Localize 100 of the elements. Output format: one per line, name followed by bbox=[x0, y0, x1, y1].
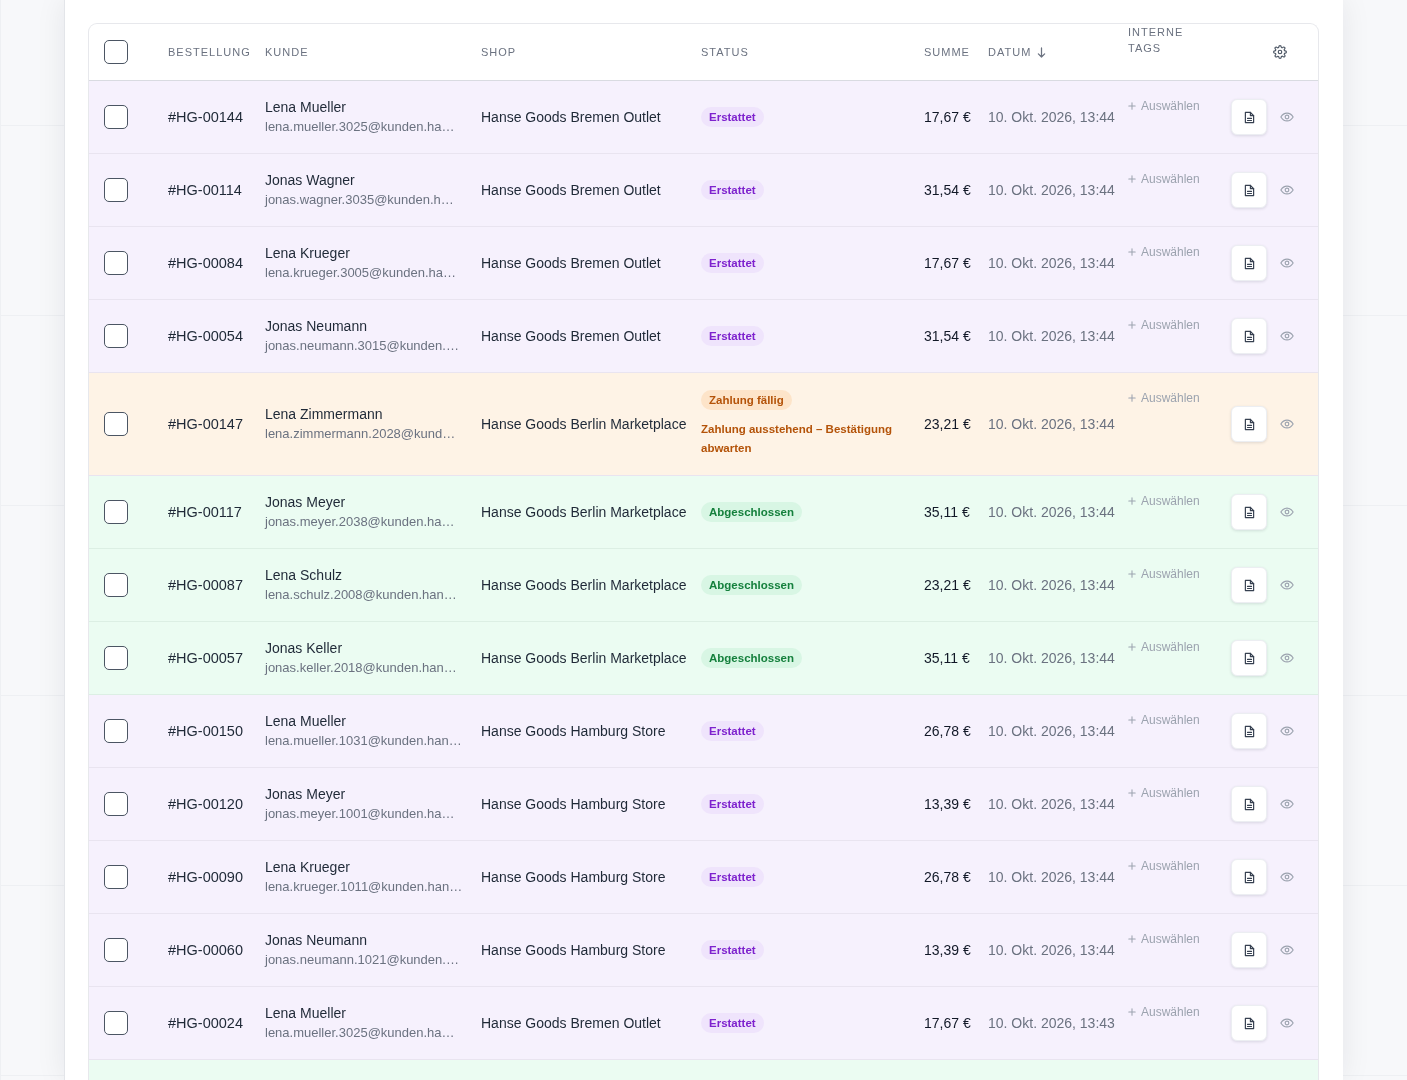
shop-name: Hanse Goods Berlin Marketplace bbox=[481, 504, 687, 520]
invoice-button[interactable] bbox=[1231, 786, 1267, 822]
row-checkbox[interactable] bbox=[104, 719, 128, 743]
invoice-button[interactable] bbox=[1231, 245, 1267, 281]
invoice-button[interactable] bbox=[1231, 859, 1267, 895]
shop-name: Hanse Goods Bremen Outlet bbox=[481, 255, 661, 271]
eye-icon bbox=[1280, 419, 1294, 429]
row-checkbox[interactable] bbox=[104, 412, 128, 436]
add-tag-button[interactable]: Auswählen bbox=[1128, 244, 1200, 260]
select-all-checkbox[interactable] bbox=[104, 40, 128, 64]
customer-name: Jonas Meyer bbox=[265, 493, 346, 512]
plus-icon bbox=[1128, 935, 1136, 943]
invoice-button[interactable] bbox=[1231, 318, 1267, 354]
order-date: 10. Okt. 2026, 13:44 bbox=[988, 577, 1115, 593]
row-checkbox[interactable] bbox=[104, 573, 128, 597]
customer-email: lena.mueller.1031@kunden.han… bbox=[265, 732, 462, 750]
order-total: 17,67 € bbox=[924, 109, 971, 125]
document-icon bbox=[1243, 329, 1255, 343]
status-badge: Erstattet bbox=[701, 253, 764, 273]
add-tag-button[interactable]: Auswählen bbox=[1128, 566, 1200, 582]
order-total: 26,78 € bbox=[924, 723, 971, 739]
eye-icon bbox=[1280, 185, 1294, 195]
row-checkbox[interactable] bbox=[104, 251, 128, 275]
document-icon bbox=[1243, 183, 1255, 197]
plus-icon bbox=[1128, 862, 1136, 870]
order-number: #HG-00117 bbox=[168, 504, 242, 520]
add-tag-button[interactable]: Auswählen bbox=[1128, 1004, 1200, 1020]
document-icon bbox=[1243, 1016, 1255, 1030]
row-checkbox[interactable] bbox=[104, 105, 128, 129]
eye-icon bbox=[1280, 580, 1294, 590]
status-badge: Abgeschlossen bbox=[701, 575, 802, 595]
column-settings-button[interactable] bbox=[1273, 45, 1287, 59]
order-number: #HG-00087 bbox=[168, 577, 243, 593]
customer-name: Jonas Neumann bbox=[265, 317, 367, 336]
invoice-button[interactable] bbox=[1231, 1005, 1267, 1041]
order-number: #HG-00060 bbox=[168, 942, 243, 958]
order-number: #HG-00120 bbox=[168, 796, 243, 812]
add-tag-button[interactable]: Auswählen bbox=[1128, 639, 1200, 655]
order-number: #HG-00054 bbox=[168, 328, 243, 344]
order-date: 10. Okt. 2026, 13:44 bbox=[988, 869, 1115, 885]
add-tag-button[interactable]: Auswählen bbox=[1128, 317, 1200, 333]
invoice-button[interactable] bbox=[1231, 567, 1267, 603]
status-badge: Erstattet bbox=[701, 1013, 764, 1033]
order-date: 10. Okt. 2026, 13:44 bbox=[988, 504, 1115, 520]
status-badge: Abgeschlossen bbox=[701, 502, 802, 522]
customer-name: Jonas Meyer bbox=[265, 785, 346, 804]
row-checkbox[interactable] bbox=[104, 178, 128, 202]
invoice-button[interactable] bbox=[1231, 172, 1267, 208]
column-header: INTERNE TAGS bbox=[1128, 25, 1185, 56]
status-badge: Erstattet bbox=[701, 180, 764, 200]
eye-icon bbox=[1280, 653, 1294, 663]
customer-email: lena.zimmermann.2028@kund… bbox=[265, 425, 456, 443]
order-total: 31,54 € bbox=[924, 328, 971, 344]
customer-name: Jonas Wagner bbox=[265, 171, 355, 190]
row-checkbox[interactable] bbox=[104, 865, 128, 889]
plus-icon bbox=[1128, 394, 1136, 402]
add-tag-button[interactable]: Auswählen bbox=[1128, 98, 1200, 114]
add-tag-button[interactable]: Auswählen bbox=[1128, 390, 1200, 406]
document-icon bbox=[1243, 797, 1255, 811]
invoice-button[interactable] bbox=[1231, 713, 1267, 749]
customer-name: Lena Zimmermann bbox=[265, 405, 383, 424]
row-checkbox[interactable] bbox=[104, 1011, 128, 1035]
add-tag-button[interactable]: Auswählen bbox=[1128, 712, 1200, 728]
shop-name: Hanse Goods Bremen Outlet bbox=[481, 1015, 661, 1031]
row-checkbox[interactable] bbox=[104, 500, 128, 524]
eye-icon bbox=[1280, 1018, 1294, 1028]
status-badge: Erstattet bbox=[701, 867, 764, 887]
customer-email: lena.krueger.1011@kunden.han… bbox=[265, 878, 463, 896]
plus-icon bbox=[1128, 175, 1136, 183]
add-tag-button[interactable]: Auswählen bbox=[1128, 785, 1200, 801]
add-tag-button[interactable]: Auswählen bbox=[1128, 931, 1200, 947]
row-checkbox[interactable] bbox=[104, 938, 128, 962]
shop-name: Hanse Goods Hamburg Store bbox=[481, 796, 666, 812]
plus-icon bbox=[1128, 321, 1136, 329]
invoice-button[interactable] bbox=[1231, 640, 1267, 676]
order-number: #HG-00144 bbox=[168, 109, 243, 125]
row-checkbox[interactable] bbox=[104, 792, 128, 816]
eye-icon bbox=[1280, 507, 1294, 517]
shop-name: Hanse Goods Hamburg Store bbox=[481, 723, 666, 739]
document-icon bbox=[1243, 943, 1255, 957]
customer-email: jonas.meyer.2038@kunden.ha… bbox=[265, 513, 455, 531]
order-total: 23,21 € bbox=[924, 577, 971, 593]
customer-email: jonas.meyer.1001@kunden.ha… bbox=[265, 805, 455, 823]
plus-icon bbox=[1128, 789, 1136, 797]
row-checkbox[interactable] bbox=[104, 324, 128, 348]
invoice-button[interactable] bbox=[1231, 494, 1267, 530]
order-total: 13,39 € bbox=[924, 942, 971, 958]
add-tag-button[interactable]: Auswählen bbox=[1128, 858, 1200, 874]
invoice-button[interactable] bbox=[1231, 932, 1267, 968]
row-checkbox[interactable] bbox=[104, 646, 128, 670]
order-date: 10. Okt. 2026, 13:44 bbox=[988, 182, 1115, 198]
shop-name: Hanse Goods Bremen Outlet bbox=[481, 182, 661, 198]
order-date: 10. Okt. 2026, 13:44 bbox=[988, 650, 1115, 666]
order-number: #HG-00024 bbox=[168, 1015, 243, 1031]
order-date: 10. Okt. 2026, 13:44 bbox=[988, 109, 1115, 125]
add-tag-button[interactable]: Auswählen bbox=[1128, 171, 1200, 187]
customer-name: Lena Mueller bbox=[265, 712, 346, 731]
invoice-button[interactable] bbox=[1231, 406, 1267, 442]
add-tag-button[interactable]: Auswählen bbox=[1128, 493, 1200, 509]
invoice-button[interactable] bbox=[1231, 99, 1267, 135]
